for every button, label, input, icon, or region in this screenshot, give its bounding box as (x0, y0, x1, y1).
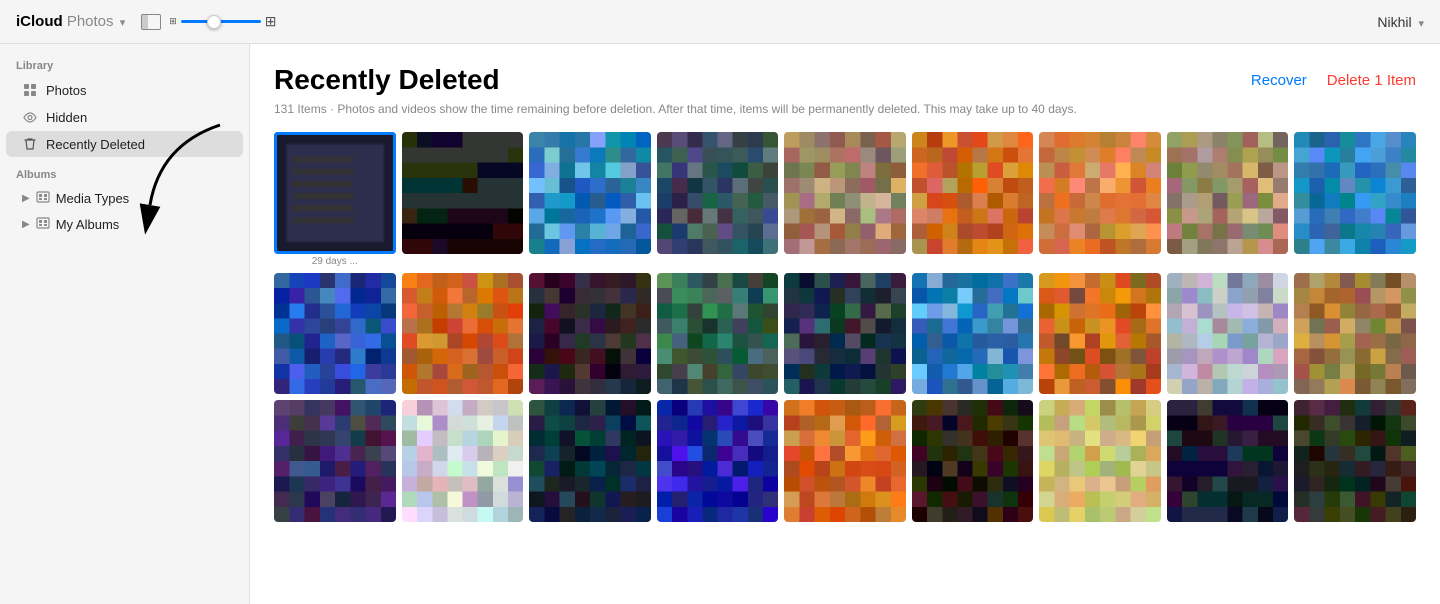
photo-thumbnail (1039, 273, 1161, 395)
photo-thumbnail (1167, 400, 1289, 522)
photo-thumbnail (1167, 273, 1289, 395)
photo-cell[interactable] (402, 273, 524, 395)
photo-thumbnail (274, 132, 396, 254)
photo-grid-row3 (274, 400, 1416, 522)
photo-cell[interactable] (1294, 273, 1416, 395)
delete-button[interactable]: Delete 1 Item (1327, 72, 1416, 89)
photo-thumbnail (402, 400, 524, 522)
photo-cell[interactable] (912, 132, 1034, 254)
photo-cell[interactable] (529, 132, 651, 254)
photo-wrapper-selected: 29 days ... (274, 132, 396, 267)
photo-thumbnail (274, 400, 396, 522)
chevron-my-albums-icon: ▶ (22, 219, 30, 230)
photo-thumbnail (402, 132, 524, 254)
photo-cell[interactable] (657, 400, 779, 522)
photo-grid-row2 (274, 273, 1416, 395)
photo-thumbnail (657, 132, 779, 254)
photo-cell[interactable] (402, 132, 524, 254)
photo-thumbnail (529, 273, 651, 395)
page-title: Recently Deleted (274, 64, 500, 96)
hidden-icon (22, 109, 38, 125)
photo-thumbnail (784, 273, 906, 395)
albums-section-label: Albums (0, 165, 249, 185)
photo-thumbnail (1039, 400, 1161, 522)
photo-thumbnail (784, 132, 906, 254)
photo-cell[interactable] (529, 273, 651, 395)
recover-button[interactable]: Recover (1251, 72, 1307, 89)
sidebar-group-media-types[interactable]: ▶ Media Types (6, 186, 243, 211)
photo-thumbnail (1294, 400, 1416, 522)
photo-cell[interactable] (529, 400, 651, 522)
sidebar-item-recently-deleted[interactable]: Recently Deleted (6, 131, 243, 157)
content-header: Recently Deleted Recover Delete 1 Item (274, 64, 1416, 96)
photo-thumbnail (1167, 132, 1289, 254)
topbar: iCloud Photos ▾ ⊞ ⊞ Nikhil ▾ (0, 0, 1440, 44)
content-area: Recently Deleted Recover Delete 1 Item 1… (250, 44, 1440, 604)
sidebar: Library Photos Hidden (0, 44, 250, 604)
photo-thumbnail (1039, 132, 1161, 254)
photo-cell[interactable] (274, 400, 396, 522)
photo-cell[interactable] (1294, 400, 1416, 522)
photo-cell[interactable] (274, 273, 396, 395)
zoom-slider[interactable] (181, 20, 261, 23)
app-title: iCloud Photos ▾ (16, 13, 125, 30)
photo-thumbnail (912, 132, 1034, 254)
user-menu[interactable]: Nikhil ▾ (1377, 14, 1424, 30)
sidebar-item-hidden[interactable]: Hidden (6, 104, 243, 130)
photo-thumbnail (274, 273, 396, 395)
photo-thumbnail (529, 400, 651, 522)
photo-cell[interactable] (1039, 400, 1161, 522)
photo-thumbnail (784, 400, 906, 522)
photo-cell[interactable] (784, 132, 906, 254)
photo-cell[interactable] (1039, 132, 1161, 254)
photo-cell[interactable] (1294, 132, 1416, 254)
my-albums-icon (36, 217, 50, 232)
photo-cell[interactable] (912, 400, 1034, 522)
photo-thumbnail (1294, 273, 1416, 395)
photo-thumbnail (529, 132, 651, 254)
topbar-left: iCloud Photos ▾ ⊞ ⊞ (16, 13, 277, 30)
photo-thumbnail (657, 400, 779, 522)
photo-thumbnail (1294, 132, 1416, 254)
photo-cell[interactable] (1039, 273, 1161, 395)
photo-cell[interactable] (784, 273, 906, 395)
photo-cell[interactable] (1167, 273, 1289, 395)
photo-cell[interactable] (912, 273, 1034, 395)
photo-time-label: 29 days ... (274, 256, 396, 267)
media-types-icon (36, 191, 50, 206)
trash-icon (22, 136, 38, 152)
sidebar-group-my-albums[interactable]: ▶ My Albums (6, 212, 243, 237)
photo-cell[interactable] (402, 400, 524, 522)
photo-cell[interactable] (1167, 132, 1289, 254)
photo-cell[interactable] (657, 132, 779, 254)
photo-thumbnail (912, 400, 1034, 522)
content-actions: Recover Delete 1 Item (1251, 64, 1416, 89)
photo-cell[interactable] (274, 132, 396, 254)
library-section-label: Library (0, 56, 249, 76)
photo-cell[interactable] (1167, 400, 1289, 522)
subtitle-text: 131 Items · Photos and videos show the t… (274, 102, 1416, 116)
photo-grid-row1: 29 days ... (274, 132, 1416, 267)
photo-thumbnail (402, 273, 524, 395)
zoom-control: ⊞ ⊞ (169, 13, 276, 30)
photo-thumbnail (657, 273, 779, 395)
photo-cell[interactable] (784, 400, 906, 522)
topbar-controls: ⊞ ⊞ (141, 13, 276, 30)
sidebar-item-photos[interactable]: Photos (6, 77, 243, 103)
zoom-large-icon: ⊞ (265, 13, 277, 30)
main-layout: Library Photos Hidden (0, 44, 1440, 604)
chevron-media-types-icon: ▶ (22, 193, 30, 204)
photo-cell[interactable] (657, 273, 779, 395)
zoom-small-icon: ⊞ (169, 16, 177, 27)
photos-icon (22, 82, 38, 98)
photo-thumbnail (912, 273, 1034, 395)
sidebar-toggle-button[interactable] (141, 14, 161, 30)
